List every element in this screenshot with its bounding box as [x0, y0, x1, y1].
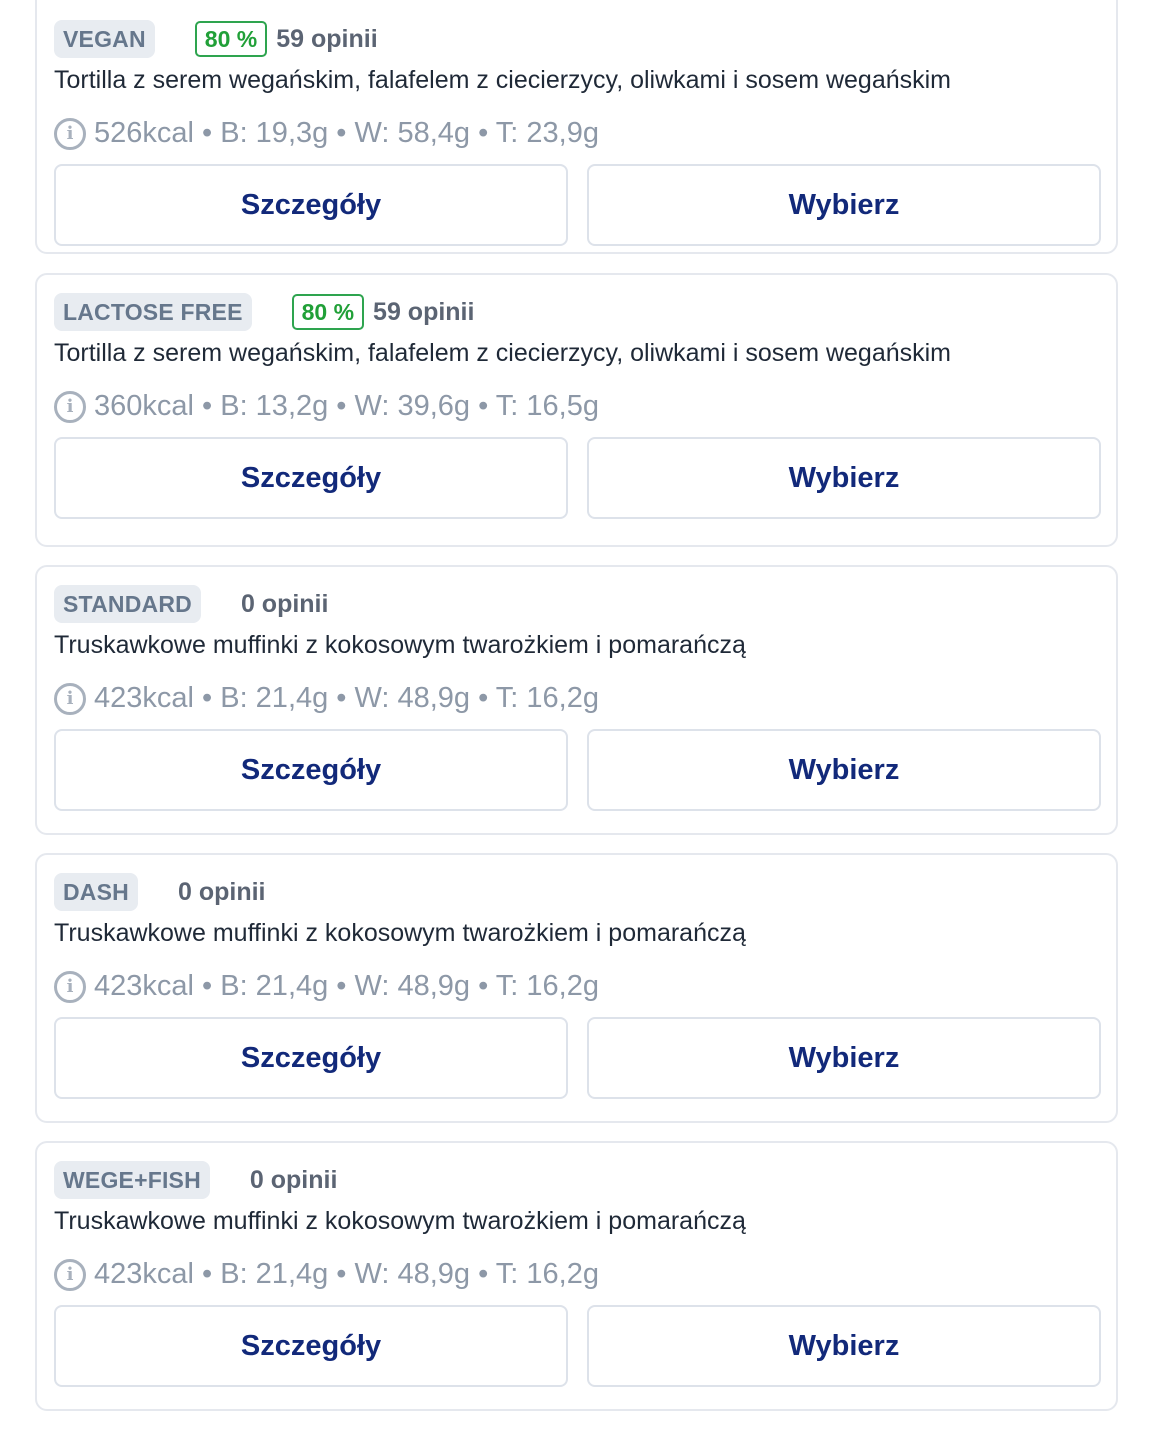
meal-description: Tortilla z serem wegańskim, falafelem z … [54, 339, 952, 367]
meal-description: Tortilla z serem wegańskim, falafelem z … [54, 66, 952, 94]
macros-row: i 423kcal • B: 21,4g • W: 48,9g • T: 16,… [54, 970, 599, 1003]
diet-tag: DASH [54, 873, 138, 911]
meal-card: WEGE+FISH 0 opinii Truskawkowe muffinki … [35, 1141, 1118, 1411]
diet-tag: VEGAN [54, 20, 155, 58]
macros-text: 423kcal • B: 21,4g • W: 48,9g • T: 16,2g [94, 970, 599, 1002]
macros-row: i 423kcal • B: 21,4g • W: 48,9g • T: 16,… [54, 682, 599, 715]
choose-button[interactable]: Wybierz [587, 1017, 1101, 1099]
meal-description: Truskawkowe muffinki z kokosowym twarożk… [54, 631, 746, 659]
meal-card: STANDARD 0 opinii Truskawkowe muffinki z… [35, 565, 1118, 835]
choose-button[interactable]: Wybierz [587, 729, 1101, 811]
details-button[interactable]: Szczegóły [54, 437, 568, 519]
meal-card: LACTOSE FREE 80 % 59 opinii Tortilla z s… [35, 273, 1118, 547]
details-button[interactable]: Szczegóły [54, 729, 568, 811]
meal-description: Truskawkowe muffinki z kokosowym twarożk… [54, 919, 746, 947]
meal-card: DASH 0 opinii Truskawkowe muffinki z kok… [35, 853, 1118, 1123]
diet-tag: LACTOSE FREE [54, 293, 252, 331]
macros-text: 526kcal • B: 19,3g • W: 58,4g • T: 23,9g [94, 117, 599, 149]
info-icon[interactable]: i [54, 970, 86, 1003]
meal-header: VEGAN 80 % 59 opinii [54, 20, 378, 58]
macros-text: 423kcal • B: 21,4g • W: 48,9g • T: 16,2g [94, 1258, 599, 1290]
macros-row: i 423kcal • B: 21,4g • W: 48,9g • T: 16,… [54, 1258, 599, 1291]
rating-badge: 80 % [194, 21, 268, 57]
reviews-count[interactable]: 0 opinii [250, 1166, 338, 1195]
reviews-count[interactable]: 59 opinii [373, 298, 474, 327]
meal-header: DASH 0 opinii [54, 873, 265, 911]
diet-tag: STANDARD [54, 585, 201, 623]
reviews-count[interactable]: 59 opinii [276, 25, 377, 54]
macros-text: 360kcal • B: 13,2g • W: 39,6g • T: 16,5g [94, 390, 599, 422]
choose-button[interactable]: Wybierz [587, 164, 1101, 246]
reviews-count[interactable]: 0 opinii [241, 590, 329, 619]
macros-text: 423kcal • B: 21,4g • W: 48,9g • T: 16,2g [94, 682, 599, 714]
meal-header: WEGE+FISH 0 opinii [54, 1161, 337, 1199]
details-button[interactable]: Szczegóły [54, 1017, 568, 1099]
macros-row: i 360kcal • B: 13,2g • W: 39,6g • T: 16,… [54, 390, 599, 423]
diet-tag: WEGE+FISH [54, 1161, 210, 1199]
details-button[interactable]: Szczegóły [54, 164, 568, 246]
info-icon[interactable]: i [54, 682, 86, 715]
choose-button[interactable]: Wybierz [587, 1305, 1101, 1387]
reviews-count[interactable]: 0 opinii [178, 878, 266, 907]
rating-badge: 80 % [291, 294, 365, 330]
meal-card: VEGAN 80 % 59 opinii Tortilla z serem we… [35, 0, 1118, 254]
info-icon[interactable]: i [54, 390, 86, 423]
macros-row: i 526kcal • B: 19,3g • W: 58,4g • T: 23,… [54, 117, 599, 150]
info-icon[interactable]: i [54, 117, 86, 150]
meal-header: LACTOSE FREE 80 % 59 opinii [54, 293, 474, 331]
info-icon[interactable]: i [54, 1258, 86, 1291]
choose-button[interactable]: Wybierz [587, 437, 1101, 519]
details-button[interactable]: Szczegóły [54, 1305, 568, 1387]
meal-description: Truskawkowe muffinki z kokosowym twarożk… [54, 1207, 746, 1235]
meal-header: STANDARD 0 opinii [54, 585, 328, 623]
